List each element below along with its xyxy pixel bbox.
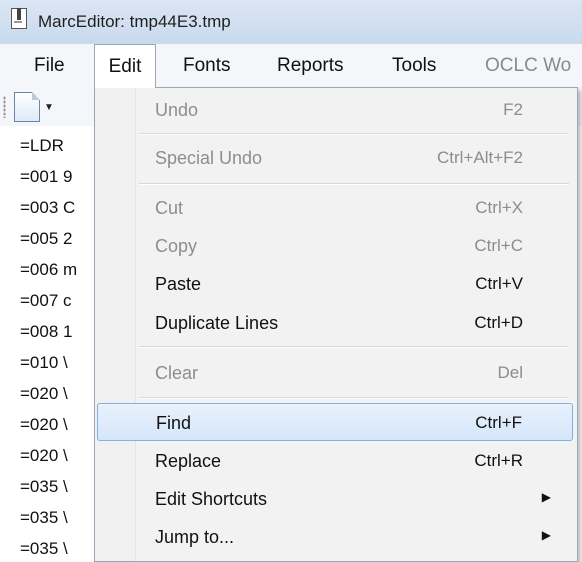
- editor-line: =010 \: [20, 353, 68, 372]
- editor-line: =035 \: [20, 477, 68, 496]
- menu-item-shortcut: Ctrl+X: [475, 198, 523, 217]
- menu-item-replace[interactable]: Replace Ctrl+R: [97, 442, 573, 480]
- editor-line: =003 C: [20, 198, 76, 217]
- menu-item-shortcut: Ctrl+D: [474, 313, 523, 332]
- menu-reports[interactable]: Reports: [277, 44, 344, 88]
- edit-menu-dropdown: Undo F2 Special Undo Ctrl+Alt+F2 Cut Ctr…: [94, 87, 578, 562]
- menu-separator: [139, 346, 569, 348]
- menu-item-jump-to[interactable]: Jump to... ▶: [97, 518, 573, 556]
- editor-line: =020 \: [20, 446, 68, 465]
- menu-item-find[interactable]: Find Ctrl+F: [97, 403, 573, 441]
- menu-item-cut[interactable]: Cut Ctrl+X: [97, 189, 573, 227]
- menu-item-shortcut: Ctrl+R: [474, 451, 523, 470]
- menu-item-label: Find: [156, 413, 192, 433]
- menu-separator: [139, 133, 569, 135]
- menu-item-clear[interactable]: Clear Del: [97, 354, 573, 392]
- menu-item-shortcut: Ctrl+C: [474, 236, 523, 255]
- editor-line: =007 c: [20, 291, 72, 310]
- menu-item-label: Replace: [155, 451, 222, 471]
- menu-item-label: Duplicate Lines: [155, 313, 279, 333]
- editor-line: =LDR: [20, 136, 64, 155]
- menu-item-shortcut: Ctrl+V: [475, 274, 523, 293]
- title-bar: MarcEditor: tmp44E3.tmp: [0, 0, 582, 45]
- menu-item-label: Edit Shortcuts: [155, 489, 268, 509]
- editor-line: =035 \: [20, 508, 68, 527]
- menu-item-edit-shortcuts[interactable]: Edit Shortcuts ▶: [97, 480, 573, 518]
- menu-item-label: Copy: [155, 236, 198, 256]
- menu-oclc[interactable]: OCLC Wo: [485, 44, 571, 88]
- menu-item-shortcut: F2: [503, 100, 523, 119]
- app-icon: [11, 8, 27, 29]
- menu-bar: File Edit Fonts Reports Tools OCLC Wo: [0, 44, 582, 88]
- new-document-icon[interactable]: [14, 92, 40, 122]
- menu-item-undo[interactable]: Undo F2: [97, 91, 573, 129]
- editor-line: =020 \: [20, 415, 68, 434]
- editor-line: =020 \: [20, 384, 68, 403]
- editor-line: =008 1: [20, 322, 73, 341]
- menu-item-label: Cut: [155, 198, 184, 218]
- menu-item-label: Special Undo: [155, 148, 263, 168]
- toolbar-grip-icon[interactable]: [3, 96, 6, 118]
- menu-item-label: Undo: [155, 100, 199, 120]
- editor-line: =001 9: [20, 167, 73, 186]
- menu-item-shortcut: Del: [497, 363, 523, 382]
- menu-item-paste[interactable]: Paste Ctrl+V: [97, 265, 573, 303]
- submenu-arrow-icon: ▶: [541, 490, 551, 504]
- menu-item-special-undo[interactable]: Special Undo Ctrl+Alt+F2: [97, 139, 573, 177]
- menu-item-shortcut: Ctrl+Alt+F2: [437, 148, 523, 167]
- menu-item-copy[interactable]: Copy Ctrl+C: [97, 227, 573, 265]
- editor-line: =005 2: [20, 229, 73, 248]
- menu-item-shortcut: Ctrl+F: [475, 413, 522, 432]
- submenu-arrow-icon: ▶: [541, 528, 551, 542]
- menu-separator: [139, 183, 569, 185]
- menu-item-label: Paste: [155, 274, 202, 294]
- menu-item-label: Jump to...: [155, 527, 235, 547]
- menu-item-duplicate-lines[interactable]: Duplicate Lines Ctrl+D: [97, 304, 573, 342]
- dropdown-arrow-icon[interactable]: ▼: [44, 102, 54, 113]
- menu-separator: [139, 397, 569, 399]
- menu-edit[interactable]: Edit: [94, 44, 156, 88]
- menu-fonts[interactable]: Fonts: [183, 44, 231, 88]
- menu-file[interactable]: File: [34, 44, 65, 88]
- editor-line: =006 m: [20, 260, 78, 279]
- window-title: MarcEditor: tmp44E3.tmp: [38, 12, 231, 31]
- menu-tools[interactable]: Tools: [392, 44, 436, 88]
- editor-line: =035 \: [20, 539, 68, 558]
- menu-item-label: Clear: [155, 363, 199, 383]
